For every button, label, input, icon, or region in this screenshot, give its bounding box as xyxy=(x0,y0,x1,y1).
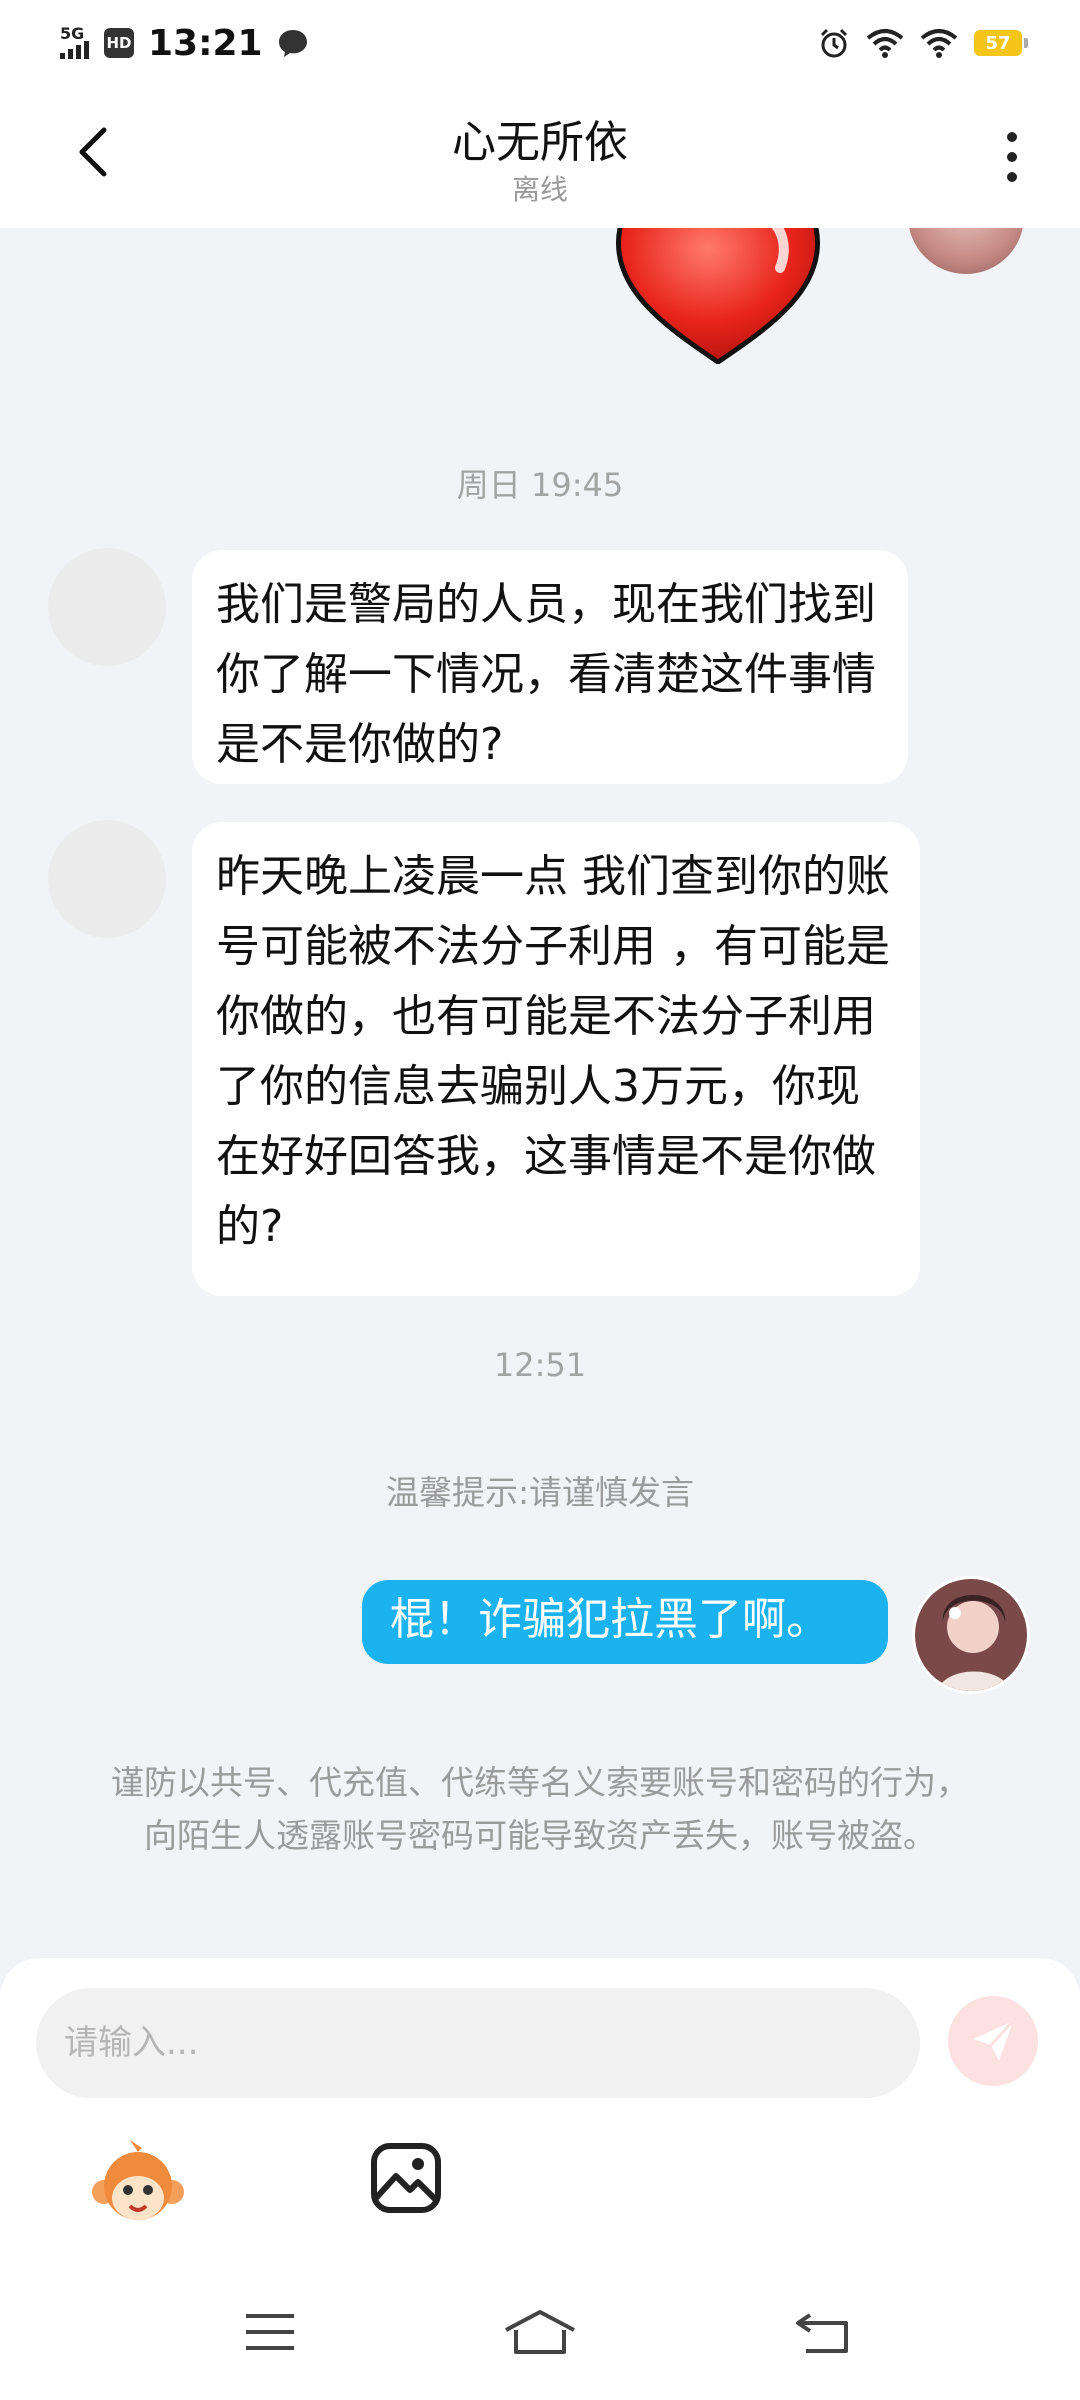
send-button[interactable] xyxy=(948,1996,1038,2086)
incoming-message[interactable]: 我们是警局的人员，现在我们找到你了解一下情况，看清楚这件事情是不是你做的? xyxy=(192,550,908,784)
image-picker-button[interactable] xyxy=(370,2142,442,2214)
more-dot-icon xyxy=(1007,152,1017,162)
more-dot-icon xyxy=(1007,172,1017,182)
avatar[interactable] xyxy=(912,1576,1030,1694)
avatar[interactable] xyxy=(48,820,166,938)
clock: 13:21 xyxy=(148,22,263,64)
back-arrow-icon xyxy=(796,2313,848,2353)
menu-icon xyxy=(246,2314,294,2350)
wifi-icon xyxy=(866,29,904,58)
image-icon xyxy=(371,2143,441,2213)
contact-name: 心无所依 xyxy=(452,117,628,168)
back-nav-button[interactable] xyxy=(782,2302,862,2362)
outgoing-message[interactable]: 棍！诈骗犯拉黑了啊。 xyxy=(362,1580,888,1664)
more-options-button[interactable] xyxy=(992,122,1032,192)
network-label: 5G xyxy=(60,24,85,43)
status-right: 57 xyxy=(818,18,1028,68)
chat-header: 心无所依 离线 xyxy=(0,84,1080,228)
system-nav-bar xyxy=(0,2282,1080,2400)
user-photo-icon xyxy=(915,1579,1027,1691)
avatar[interactable] xyxy=(908,228,1024,274)
timestamp: 12:51 xyxy=(493,1346,587,1384)
security-warning: 谨防以共号、代充值、代练等名义索要账号和密码的行为，向陌生人透露账号密码可能导致… xyxy=(111,1763,969,1855)
home-icon xyxy=(505,2310,575,2354)
incoming-message[interactable]: 昨天晚上凌晨一点 我们查到你的账号可能被不法分子利用 ，有可能是你做的，也有可能… xyxy=(192,822,920,1296)
alarm-icon xyxy=(820,28,848,58)
home-button[interactable] xyxy=(500,2302,580,2362)
battery-indicator: 57 xyxy=(974,30,1028,56)
chat-screen: 5G HD 13:21 57 心无所依 离线 周日 19:45 我们是警局的人员… xyxy=(0,0,1080,2400)
wifi-secondary-icon xyxy=(920,29,958,58)
avatar[interactable] xyxy=(48,548,166,666)
network-indicator: 5G xyxy=(60,24,90,59)
timestamp: 周日 19:45 xyxy=(456,466,624,504)
send-icon xyxy=(973,2019,1015,2061)
recent-apps-button[interactable] xyxy=(230,2302,310,2362)
contact-status: 离线 xyxy=(511,173,568,206)
status-left: 5G HD 13:21 xyxy=(60,18,309,68)
message-input[interactable] xyxy=(36,1988,920,2098)
more-dot-icon xyxy=(1007,132,1017,142)
hd-badge: HD xyxy=(104,28,134,58)
monkey-sticker-icon xyxy=(92,2140,184,2220)
signal-icon xyxy=(60,41,89,59)
caution-hint: 温馨提示:请谨慎发言 xyxy=(385,1473,695,1512)
sticker-button[interactable] xyxy=(90,2140,186,2236)
message-list[interactable]: 周日 19:45 我们是警局的人员，现在我们找到你了解一下情况，看清楚这件事情是… xyxy=(0,228,1080,1958)
heart-sticker-icon xyxy=(616,228,820,364)
message-notification-icon xyxy=(278,30,307,57)
status-bar: 5G HD 13:21 57 xyxy=(0,0,1080,84)
